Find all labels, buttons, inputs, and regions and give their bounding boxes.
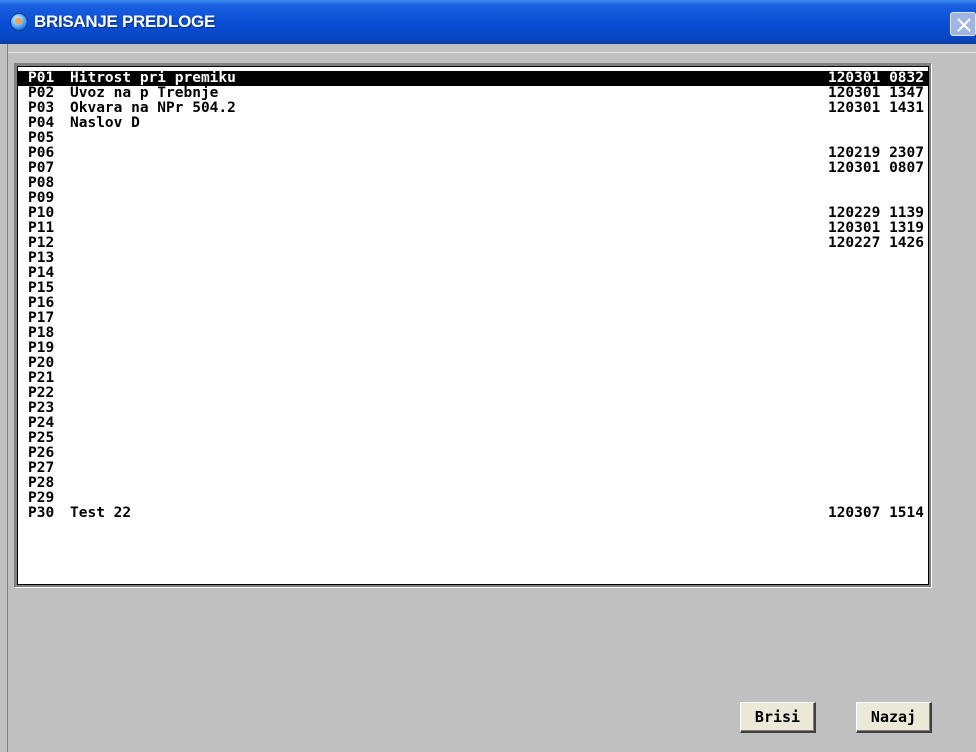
list-item[interactable]: P27	[18, 461, 928, 476]
list-item[interactable]: P16	[18, 296, 928, 311]
window-left-border	[0, 44, 8, 752]
list-item[interactable]: P01 Hitrost pri premiku 120301 0832	[18, 71, 928, 86]
template-timestamp: 120301 1319	[827, 220, 924, 236]
template-id: P27	[28, 460, 55, 476]
list-item[interactable]: P12 120227 1426	[18, 236, 928, 251]
template-name: Uvoz na p Trebnje	[70, 85, 219, 101]
template-id: P19	[28, 340, 55, 356]
template-id: P08	[28, 175, 55, 191]
list-item[interactable]: P14	[18, 266, 928, 281]
list-item[interactable]: P17	[18, 311, 928, 326]
list-item[interactable]: P10 120229 1139	[18, 206, 928, 221]
list-item[interactable]: P13	[18, 251, 928, 266]
template-id: P12	[28, 235, 55, 251]
window-title: BRISANJE PREDLOGE	[34, 12, 215, 31]
template-id: P16	[28, 295, 55, 311]
template-name: Naslov D	[70, 115, 140, 131]
list-item[interactable]: P21	[18, 371, 928, 386]
divider	[8, 52, 976, 53]
template-id: P23	[28, 400, 55, 416]
template-name: Okvara na NPr 504.2	[70, 100, 236, 116]
close-icon	[957, 18, 971, 32]
list-item[interactable]: P29	[18, 491, 928, 506]
template-timestamp: 120301 1347	[827, 85, 924, 101]
template-id: P17	[28, 310, 55, 326]
template-id: P20	[28, 355, 55, 371]
template-id: P30	[28, 505, 55, 521]
template-id: P09	[28, 190, 55, 206]
list-item[interactable]: P04 Naslov D	[18, 116, 928, 131]
template-timestamp: 120301 1431	[827, 100, 924, 116]
template-id: P01	[28, 70, 55, 86]
list-item[interactable]: P22	[18, 386, 928, 401]
list-item[interactable]: P03 Okvara na NPr 504.2 120301 1431	[18, 101, 928, 116]
template-id: P04	[28, 115, 55, 131]
template-id: P13	[28, 250, 55, 266]
template-timestamp: 120229 1139	[827, 205, 924, 221]
template-timestamp: 120301 0807	[827, 160, 924, 176]
template-id: P14	[28, 265, 55, 281]
template-name: Hitrost pri premiku	[70, 70, 236, 86]
list-item[interactable]: P19	[18, 341, 928, 356]
list-item[interactable]: P20	[18, 356, 928, 371]
list-item[interactable]: P02 Uvoz na p Trebnje 120301 1347	[18, 86, 928, 101]
template-timestamp: 120219 2307	[827, 145, 924, 161]
list-item[interactable]: P18	[18, 326, 928, 341]
template-name: Test 22	[70, 505, 132, 521]
template-id: P24	[28, 415, 55, 431]
template-timestamp: 120307 1514	[827, 505, 924, 521]
list-item[interactable]: P23	[18, 401, 928, 416]
list-item[interactable]: P07 120301 0807	[18, 161, 928, 176]
globe-icon	[10, 13, 28, 31]
template-id: P28	[28, 475, 55, 491]
list-item[interactable]: P11 120301 1319	[18, 221, 928, 236]
list-item[interactable]: P26	[18, 446, 928, 461]
template-id: P10	[28, 205, 55, 221]
template-id: P02	[28, 85, 55, 101]
list-item[interactable]: P06 120219 2307	[18, 146, 928, 161]
list-item[interactable]: P25	[18, 431, 928, 446]
template-id: P25	[28, 430, 55, 446]
template-id: P11	[28, 220, 55, 236]
template-id: P03	[28, 100, 55, 116]
template-id: P07	[28, 160, 55, 176]
list-item[interactable]: P28	[18, 476, 928, 491]
back-button[interactable]: Nazaj	[856, 702, 932, 733]
list-item[interactable]: P05	[18, 131, 928, 146]
template-id: P26	[28, 445, 55, 461]
delete-button[interactable]: Brisi	[740, 702, 816, 733]
template-id: P18	[28, 325, 55, 341]
template-id: P06	[28, 145, 55, 161]
title-bar[interactable]: BRISANJE PREDLOGE	[0, 0, 976, 44]
list-item[interactable]: P15	[18, 281, 928, 296]
list-item[interactable]: P09	[18, 191, 928, 206]
template-id: P29	[28, 490, 55, 506]
list-item[interactable]: P24	[18, 416, 928, 431]
close-button[interactable]	[950, 12, 976, 36]
template-id: P15	[28, 280, 55, 296]
template-id: P05	[28, 130, 55, 146]
template-id: P22	[28, 385, 55, 401]
template-list[interactable]: P01 Hitrost pri premiku 120301 0832 P02 Uvoz…	[17, 66, 929, 585]
template-timestamp: 120301 0832	[827, 70, 924, 86]
list-item[interactable]: P08	[18, 176, 928, 191]
template-timestamp: 120227 1426	[827, 235, 924, 251]
list-item[interactable]: P30 Test 22 120307 1514	[18, 506, 928, 521]
template-id: P21	[28, 370, 55, 386]
